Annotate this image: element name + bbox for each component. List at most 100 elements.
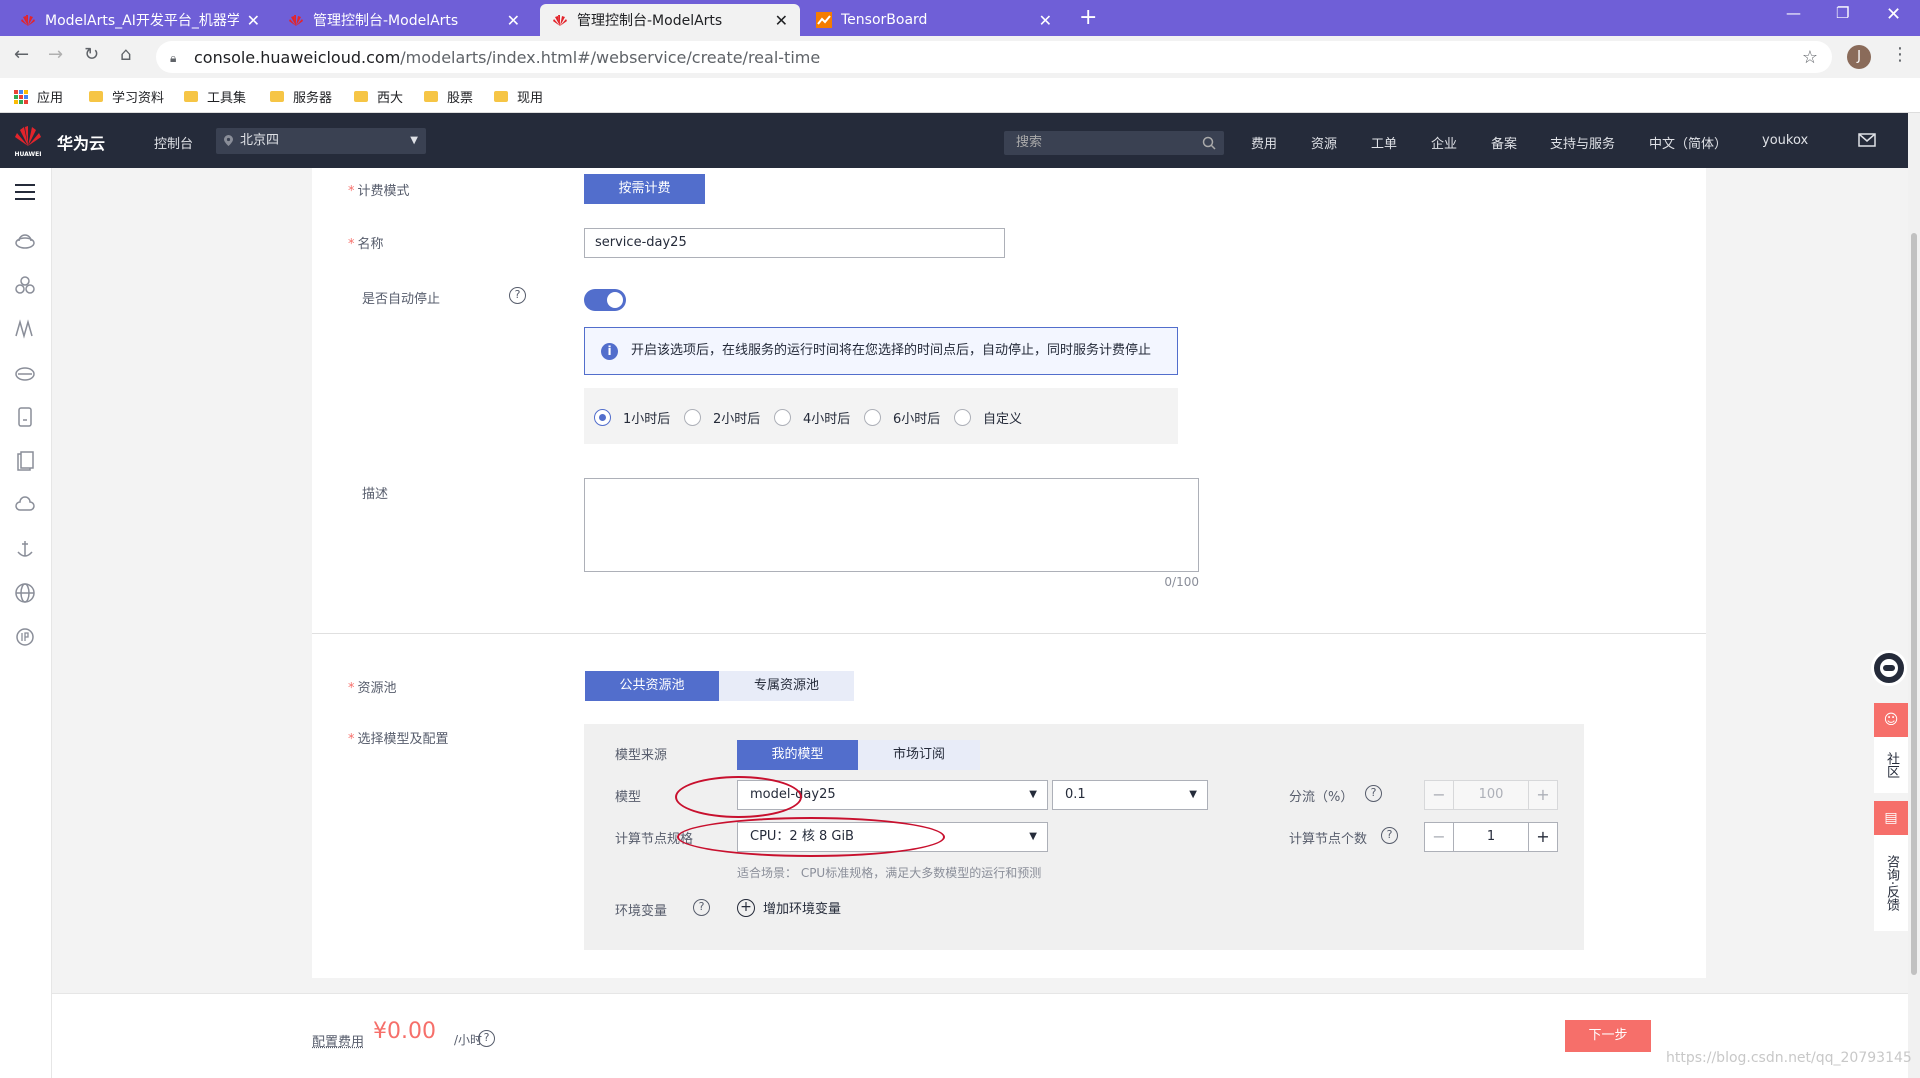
next-button[interactable]: 下一步 [1565, 1020, 1651, 1052]
node-count-stepper[interactable]: − 1 + [1424, 822, 1558, 852]
close-tab-icon[interactable]: ✕ [247, 11, 260, 30]
feedback-icon[interactable]: ▤ [1874, 801, 1908, 835]
nav-username[interactable]: youkox [1762, 133, 1808, 148]
name-input[interactable]: service-day25 [584, 228, 1005, 258]
nav-enterprise[interactable]: 企业 [1431, 133, 1457, 152]
close-window-icon[interactable]: ✕ [1886, 4, 1901, 25]
version-select[interactable]: 0.1 ▼ [1052, 780, 1208, 810]
traffic-stepper: − 100 + [1424, 780, 1558, 810]
url-input[interactable]: 🔒︎ console.huaweicloud.com/modelarts/ind… [156, 41, 1832, 73]
cost-value: ¥0.00 [373, 1019, 436, 1044]
bookmark-folder[interactable]: 服务器 [270, 87, 332, 106]
help-icon[interactable]: ? [693, 899, 710, 916]
bookmark-star-icon[interactable]: ☆ [1802, 47, 1818, 68]
my-model-button[interactable]: 我的模型 [737, 740, 858, 770]
model-source-label: 模型来源 [615, 748, 668, 763]
nav-billing[interactable]: 费用 [1251, 133, 1277, 152]
bookmark-folder[interactable]: 西大 [354, 87, 403, 106]
community-link[interactable]: 社区 [1874, 737, 1908, 793]
ip-icon[interactable] [14, 626, 36, 648]
browser-tab-2[interactable]: 管理控制台-ModelArts ✕ [276, 4, 532, 36]
billing-mode-button[interactable]: 按需计费 [584, 174, 705, 204]
help-icon[interactable]: ? [509, 287, 526, 304]
folder-icon [494, 91, 508, 102]
cloud-server-icon[interactable] [14, 230, 36, 252]
description-textarea[interactable] [584, 478, 1199, 572]
help-icon[interactable]: ? [1381, 827, 1398, 844]
tab-title: ModelArts_AI开发平台_机器学习 [45, 13, 239, 29]
console-link[interactable]: 控制台 [154, 133, 193, 152]
add-env-var-button[interactable]: + 增加环境变量 [737, 898, 841, 917]
huawei-logo[interactable]: HUAWEI [14, 125, 42, 158]
nav-support[interactable]: 支持与服务 [1550, 133, 1615, 152]
dedicated-pool-button[interactable]: 专属资源池 [719, 671, 854, 701]
new-tab-button[interactable]: + [1079, 4, 1097, 32]
mail-icon[interactable] [1858, 133, 1876, 147]
decrement-button[interactable]: − [1425, 823, 1453, 851]
bookmark-folder[interactable]: 工具集 [184, 87, 246, 106]
search-icon[interactable] [1202, 136, 1216, 150]
brand-name[interactable]: 华为云 [57, 130, 105, 154]
restore-icon[interactable]: ❐ [1836, 4, 1849, 22]
stop-option-4h[interactable]: 4小时后 [774, 408, 850, 427]
forward-icon[interactable]: → [48, 44, 63, 65]
network-icon[interactable] [14, 318, 36, 340]
stop-option-custom[interactable]: 自定义 [954, 408, 1022, 427]
bookmark-folder[interactable]: 学习资料 [89, 87, 164, 106]
community-icon[interactable]: ☺ [1874, 703, 1908, 737]
cloud-icon[interactable] [14, 494, 36, 516]
decrement-button: − [1432, 785, 1446, 804]
node-count-value[interactable]: 1 [1453, 823, 1529, 851]
stop-option-1h[interactable]: 1小时后 [594, 408, 670, 427]
storage-icon[interactable] [14, 362, 36, 384]
scrollbar-thumb[interactable] [1911, 233, 1917, 975]
bookmark-folder[interactable]: 现用 [494, 87, 543, 106]
traffic-label: 分流（%） [1289, 790, 1354, 805]
browser-tab-3-active[interactable]: 管理控制台-ModelArts ✕ [540, 4, 800, 36]
scenario-hint: 适合场景： CPU标准规格，满足大多数模型的运行和预测 [737, 866, 1042, 880]
close-tab-icon[interactable]: ✕ [1039, 11, 1052, 30]
help-icon[interactable]: ? [1365, 785, 1382, 802]
version-value: 0.1 [1065, 787, 1086, 802]
browser-menu-icon[interactable]: ⋮ [1891, 44, 1909, 65]
cluster-icon[interactable] [14, 274, 36, 296]
region-select[interactable]: 北京四 ▼ [216, 128, 426, 154]
robot-assistant-icon[interactable] [1871, 650, 1907, 686]
search-input[interactable]: 搜索 [1004, 131, 1224, 155]
browser-tab-4[interactable]: TensorBoard ✕ [804, 4, 1064, 36]
nav-language[interactable]: 中文（简体） [1649, 133, 1727, 152]
nav-resources[interactable]: 资源 [1311, 133, 1337, 152]
folder-icon [354, 91, 368, 102]
close-tab-icon[interactable]: ✕ [775, 11, 788, 30]
close-tab-icon[interactable]: ✕ [507, 11, 520, 30]
public-pool-button[interactable]: 公共资源池 [585, 671, 719, 701]
page-scrollbar[interactable] [1908, 113, 1920, 1078]
bookmark-folder[interactable]: 股票 [424, 87, 473, 106]
autostop-label: 是否自动停止 [362, 292, 441, 307]
reload-icon[interactable]: ↻ [84, 44, 99, 65]
menu-icon[interactable] [15, 184, 35, 200]
minimize-icon[interactable]: — [1786, 4, 1801, 22]
tensorboard-icon [816, 12, 832, 28]
market-subscription-button[interactable]: 市场订阅 [858, 740, 980, 770]
help-icon[interactable]: ? [478, 1030, 495, 1047]
feedback-link[interactable]: 咨询·反馈 [1874, 835, 1908, 931]
anchor-icon[interactable] [14, 538, 36, 560]
stop-option-2h[interactable]: 2小时后 [684, 408, 760, 427]
globe-icon[interactable] [14, 582, 36, 604]
autostop-toggle[interactable] [584, 289, 626, 311]
home-icon[interactable]: ⌂ [120, 44, 131, 65]
back-icon[interactable]: ← [14, 44, 29, 65]
document-icon[interactable] [14, 450, 36, 472]
tab-title: 管理控制台-ModelArts [313, 13, 459, 29]
increment-button[interactable]: + [1529, 823, 1557, 851]
stop-option-6h[interactable]: 6小时后 [864, 408, 940, 427]
bookmark-apps[interactable]: 应用 [14, 87, 63, 106]
char-counter: 0/100 [1164, 575, 1199, 589]
nav-tickets[interactable]: 工单 [1371, 133, 1397, 152]
cost-label[interactable]: 配置费用 [312, 1031, 364, 1050]
browser-tab-1[interactable]: ModelArts_AI开发平台_机器学习 ✕ [8, 4, 272, 36]
nav-icp[interactable]: 备案 [1491, 133, 1517, 152]
avatar[interactable]: J [1847, 45, 1871, 69]
database-icon[interactable] [14, 406, 36, 428]
